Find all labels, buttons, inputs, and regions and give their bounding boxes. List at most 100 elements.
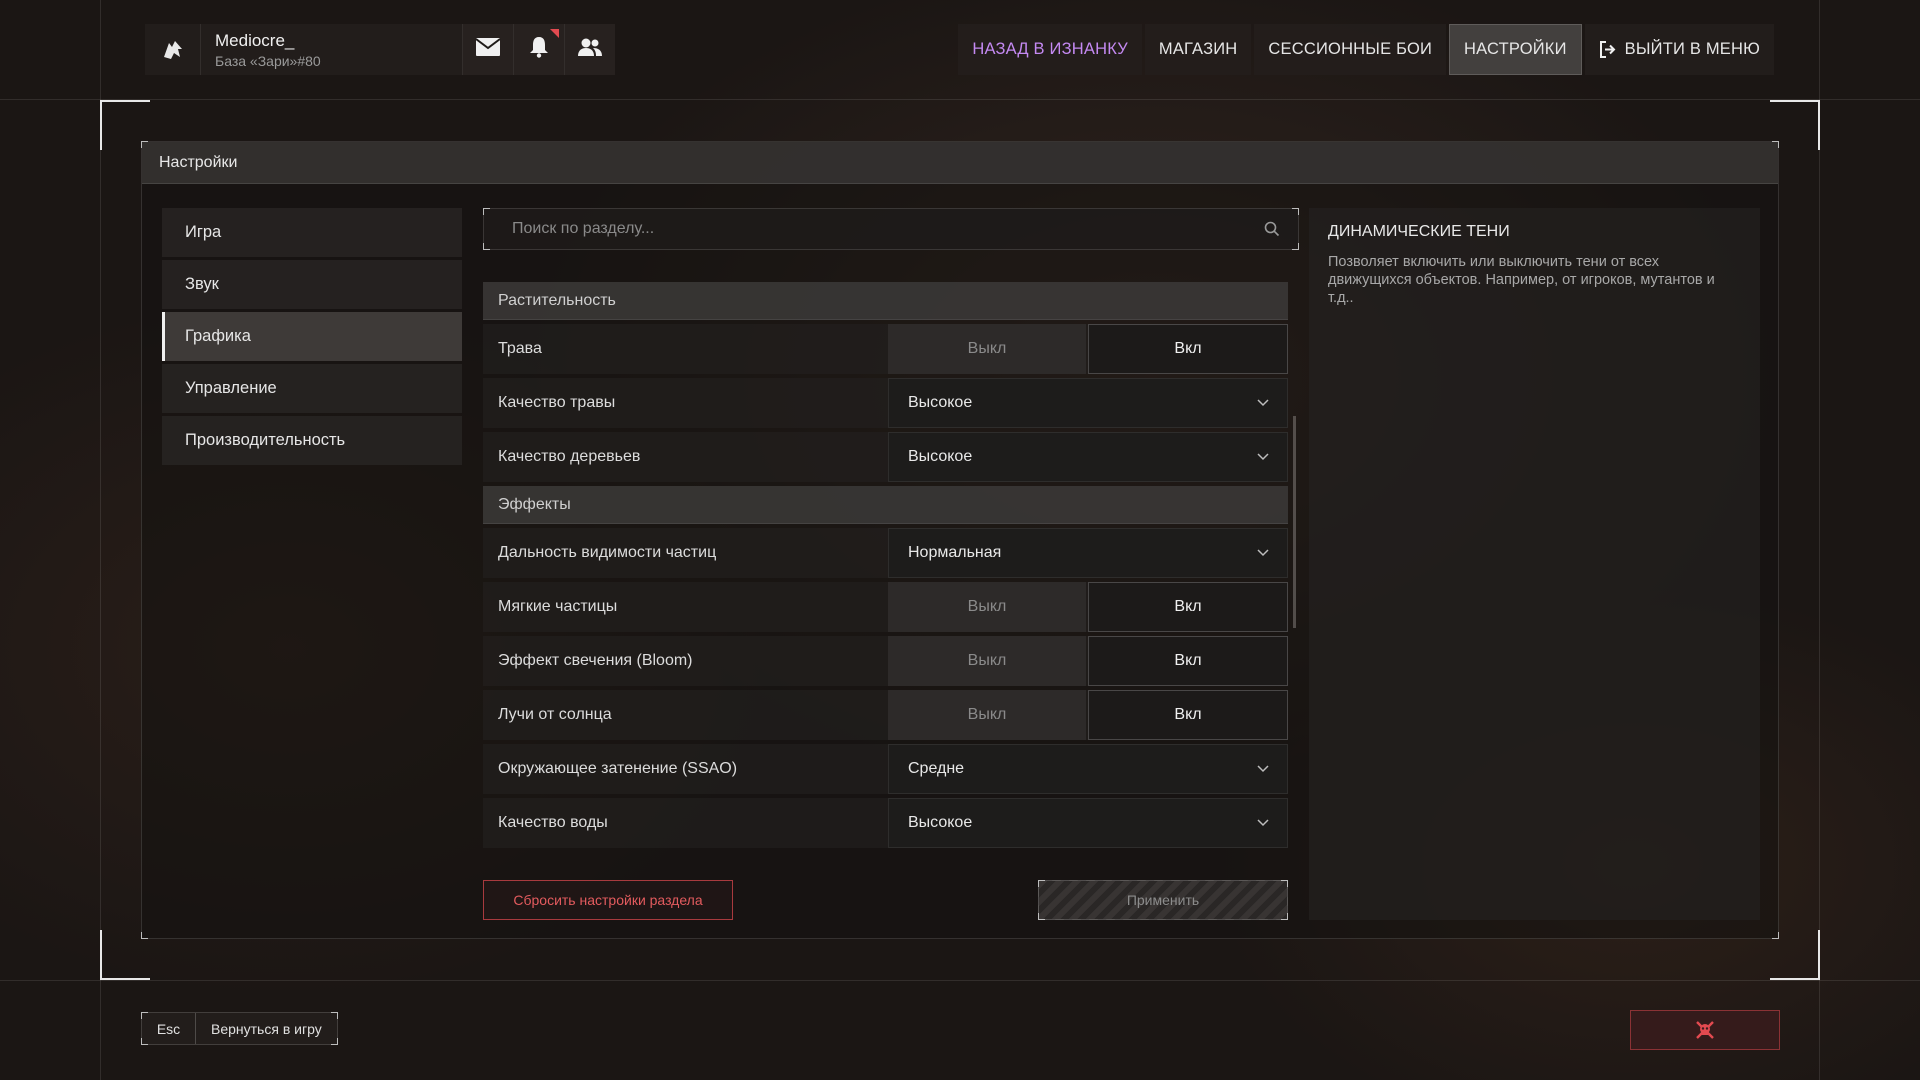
select-value: Высокое (908, 814, 973, 831)
button-corner (1281, 913, 1288, 920)
player-base: База «Зари»#80 (215, 52, 321, 69)
panel-corner (1772, 932, 1779, 939)
description-panel: ДИНАМИЧЕСКИЕ ТЕНИ Позволяет включить или… (1309, 208, 1760, 920)
select-value: Высокое (908, 394, 973, 411)
friends-button[interactable] (564, 24, 615, 75)
setting-label: Дальность видимости частиц (498, 544, 717, 561)
frame-line-bottom (0, 980, 1920, 981)
quit-game-button[interactable] (1630, 1010, 1780, 1050)
sidebar-item-game[interactable]: Игра (162, 208, 462, 257)
button-corner (141, 1012, 148, 1019)
section-header-vegetation: Растительность (483, 282, 1288, 320)
description-title: ДИНАМИЧЕСКИЕ ТЕНИ (1328, 223, 1510, 240)
frame-line-left (100, 0, 101, 1080)
notifications-button[interactable] (513, 24, 564, 75)
setting-label: Качество деревьев (498, 448, 641, 465)
setting-row-ssao: Окружающее затенение (SSAO) Средне (483, 744, 1288, 794)
nav-back-button[interactable]: НАЗАД В ИЗНАНКУ (958, 24, 1142, 75)
button-corner (330, 1012, 338, 1019)
sun-rays-toggle: Выкл Вкл (888, 690, 1288, 740)
nav-shop-button[interactable]: МАГАЗИН (1144, 24, 1252, 75)
notification-indicator (550, 29, 559, 38)
apply-label: Применить (1126, 892, 1200, 908)
toggle-on-button[interactable]: Вкл (1088, 324, 1288, 374)
search-corner (1292, 208, 1299, 215)
mail-button[interactable] (462, 24, 513, 75)
search-icon[interactable] (1264, 221, 1280, 237)
bell-icon (529, 36, 549, 63)
profile-card[interactable]: Mediocre_ База «Зари»#80 (145, 24, 615, 75)
grass-quality-select[interactable]: Высокое (888, 378, 1288, 428)
setting-row-particle-distance: Дальность видимости частиц Нормальная (483, 528, 1288, 578)
nav-exit-button[interactable]: ВЫЙТИ В МЕНЮ (1584, 24, 1774, 75)
setting-label: Мягкие частицы (498, 598, 618, 615)
setting-label: Эффект свечения (Bloom) (498, 652, 693, 669)
settings-list: Растительность Трава Выкл Вкл Качество т… (483, 282, 1288, 852)
apply-button[interactable]: Применить (1038, 880, 1288, 920)
water-quality-select[interactable]: Высокое (888, 798, 1288, 848)
search-input[interactable] (512, 220, 1264, 238)
chevron-down-icon (1257, 819, 1269, 827)
setting-row-bloom: Эффект свечения (Bloom) Выкл Вкл (483, 636, 1288, 686)
chevron-down-icon (1257, 765, 1269, 773)
sidebar-item-sound[interactable]: Звук (162, 260, 462, 309)
setting-row-grass: Трава Выкл Вкл (483, 324, 1288, 374)
bloom-toggle: Выкл Вкл (888, 636, 1288, 686)
description-text: Позволяет включить или выключить тени от… (1328, 254, 1715, 306)
setting-label: Качество воды (498, 814, 608, 831)
setting-row-soft-particles: Мягкие частицы Выкл Вкл (483, 582, 1288, 632)
settings-sidebar: Игра Звук Графика Управление Производите… (162, 208, 462, 468)
sidebar-item-performance[interactable]: Производительность (162, 416, 462, 465)
friends-icon (578, 37, 602, 62)
section-header-effects: Эффекты (483, 486, 1288, 524)
player-name: Mediocre_ (215, 30, 295, 50)
toggle-off-button[interactable]: Выкл (888, 324, 1086, 374)
nav-exit-label: ВЫЙТИ В МЕНЮ (1624, 40, 1760, 58)
toggle-off-button[interactable]: Выкл (888, 582, 1086, 632)
toggle-off-button[interactable]: Выкл (888, 636, 1086, 686)
toggle-off-button[interactable]: Выкл (888, 690, 1086, 740)
reset-section-button[interactable]: Сбросить настройки раздела (483, 880, 733, 920)
setting-label: Лучи от солнца (498, 706, 612, 723)
tree-quality-select[interactable]: Высокое (888, 432, 1288, 482)
search-corner (483, 208, 490, 215)
grass-toggle: Выкл Вкл (888, 324, 1288, 374)
button-corner (1038, 913, 1045, 920)
settings-scrollbar[interactable] (1293, 416, 1296, 628)
esc-key-hint: Esc (142, 1013, 196, 1044)
return-to-game-button[interactable]: Esc Вернуться в игру (141, 1012, 338, 1045)
logout-icon (1599, 41, 1616, 58)
panel-title: Настройки (142, 142, 1778, 184)
skull-crossbones-icon (1695, 1020, 1715, 1040)
sidebar-item-controls[interactable]: Управление (162, 364, 462, 413)
setting-label: Качество травы (498, 394, 616, 411)
select-value: Средне (908, 760, 965, 777)
button-corner (330, 1038, 338, 1045)
setting-row-grass-quality: Качество травы Высокое (483, 378, 1288, 428)
search-corner (1292, 243, 1299, 250)
button-corner (141, 1038, 148, 1045)
select-value: Высокое (908, 448, 973, 465)
particle-distance-select[interactable]: Нормальная (888, 528, 1288, 578)
sidebar-item-graphics[interactable]: Графика (162, 312, 462, 361)
frame-line-right (1819, 0, 1820, 1080)
nav-sessions-button[interactable]: СЕССИОННЫЕ БОИ (1254, 24, 1447, 75)
setting-row-sun-rays: Лучи от солнца Выкл Вкл (483, 690, 1288, 740)
settings-panel: Настройки Игра Звук Графика Управление П… (141, 141, 1779, 939)
toggle-on-button[interactable]: Вкл (1088, 636, 1288, 686)
toggle-on-button[interactable]: Вкл (1088, 690, 1288, 740)
panel-corner (141, 932, 148, 939)
return-to-game-label: Вернуться в игру (211, 1020, 322, 1037)
setting-row-water-quality: Качество воды Высокое (483, 798, 1288, 848)
frame-line-top (0, 99, 1920, 100)
search-box (483, 208, 1299, 250)
wolf-logo-icon (145, 24, 201, 75)
setting-label: Окружающее затенение (SSAO) (498, 760, 738, 777)
nav-settings-button[interactable]: НАСТРОЙКИ (1449, 24, 1582, 75)
search-corner (483, 243, 490, 250)
button-corner (1038, 880, 1045, 887)
toggle-on-button[interactable]: Вкл (1088, 582, 1288, 632)
select-value: Нормальная (908, 544, 1002, 561)
button-corner (1281, 880, 1288, 887)
ssao-select[interactable]: Средне (888, 744, 1288, 794)
